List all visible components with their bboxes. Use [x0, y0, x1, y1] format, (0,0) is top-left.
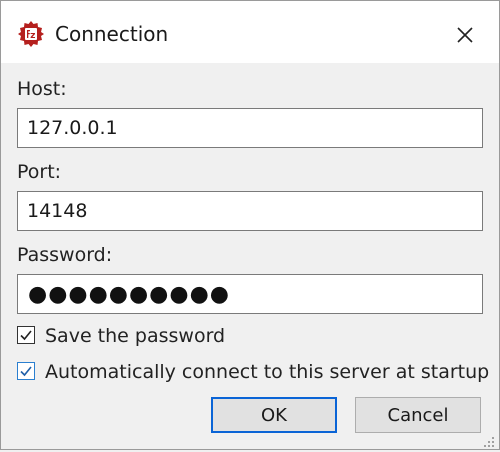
ok-button[interactable]: OK [211, 397, 337, 433]
password-mask: ●●●●●●●●●● [28, 282, 230, 307]
checkmark-icon [20, 330, 32, 341]
resize-grip-icon[interactable] [483, 433, 495, 447]
close-button[interactable] [447, 17, 483, 53]
window-title: Connection [55, 22, 169, 46]
port-label: Port: [17, 161, 62, 183]
save-password-checkbox[interactable]: Save the password [17, 324, 237, 348]
auto-connect-checkbox[interactable]: Automatically connect to this server at … [17, 360, 489, 384]
password-input[interactable]: ●●●●●●●●●● [17, 274, 483, 314]
port-input[interactable] [17, 191, 483, 231]
filezilla-icon [17, 20, 45, 48]
checkmark-icon [20, 366, 32, 377]
save-password-label: Save the password [45, 325, 226, 347]
auto-connect-label: Automatically connect to this server at … [45, 361, 490, 383]
cancel-button[interactable]: Cancel [355, 397, 481, 433]
save-password-check-box[interactable] [17, 326, 35, 344]
auto-connect-check-box[interactable] [17, 362, 35, 380]
password-label: Password: [17, 244, 113, 266]
close-icon [457, 27, 473, 43]
host-label: Host: [17, 78, 67, 100]
title-bar: Connection [1, 1, 499, 63]
host-input[interactable] [17, 108, 483, 148]
connection-dialog: Connection Host: Port: Password: ●●●●●●●… [0, 0, 500, 450]
